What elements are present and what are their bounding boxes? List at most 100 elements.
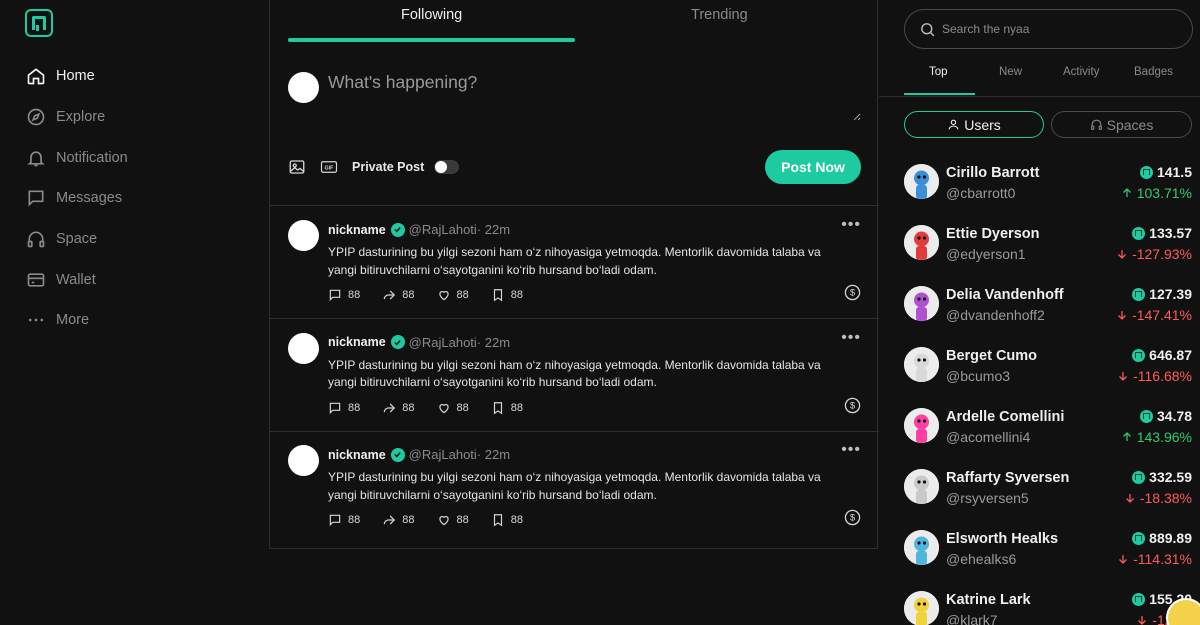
image-icon[interactable] bbox=[288, 158, 306, 176]
user-list-item[interactable]: Katrine Lark @klark7 155.20 -126.1 bbox=[904, 591, 1194, 625]
avatar[interactable] bbox=[904, 347, 939, 382]
post-nickname[interactable]: nickname bbox=[328, 335, 386, 349]
user-name[interactable]: Raffarty Syversen bbox=[946, 470, 1069, 486]
avatar[interactable] bbox=[904, 530, 939, 565]
bell-icon bbox=[27, 151, 45, 167]
user-handle: @cbarrott0 bbox=[946, 185, 1016, 201]
user-list-item[interactable]: Delia Vandenhoff @dvandenhoff2 127.39 -1… bbox=[904, 286, 1194, 347]
like-button[interactable]: 88 bbox=[437, 513, 469, 527]
user-name[interactable]: Ettie Dyerson bbox=[946, 226, 1039, 242]
post-handle[interactable]: @RajLahoti bbox=[409, 222, 477, 237]
post-card[interactable]: nickname @RajLahoti · 22m ••• YPIP dastu… bbox=[270, 319, 879, 432]
avatar[interactable] bbox=[904, 408, 939, 443]
app-logo[interactable] bbox=[25, 9, 53, 37]
avatar[interactable] bbox=[288, 445, 319, 476]
post-nickname[interactable]: nickname bbox=[328, 448, 386, 462]
like-count: 88 bbox=[456, 514, 469, 526]
user-handle: @edyerson1 bbox=[946, 246, 1026, 262]
like-count: 88 bbox=[456, 289, 469, 301]
private-post-label: Private Post bbox=[352, 160, 425, 174]
users-segment-button[interactable]: Users bbox=[904, 111, 1044, 138]
post-nickname[interactable]: nickname bbox=[328, 223, 386, 237]
tab-following[interactable]: Following bbox=[401, 7, 462, 23]
comment-button[interactable]: 88 bbox=[328, 401, 360, 415]
user-name[interactable]: Ardelle Comellini bbox=[946, 409, 1064, 425]
price-value: 34.78 bbox=[1156, 408, 1192, 424]
user-name[interactable]: Cirillo Barrott bbox=[946, 165, 1039, 181]
avatar[interactable] bbox=[904, 225, 939, 260]
tip-dollar-icon[interactable]: $ bbox=[844, 509, 861, 526]
user-list-item[interactable]: Ardelle Comellini @acomellini4 34.78 143… bbox=[904, 408, 1194, 469]
repost-button[interactable]: 88 bbox=[382, 401, 415, 415]
nav-item-explore[interactable]: Explore bbox=[26, 97, 128, 138]
post-composer: GIF Private Post Post Now bbox=[270, 44, 879, 206]
post-handle[interactable]: @RajLahoti bbox=[409, 335, 477, 350]
avatar[interactable] bbox=[904, 591, 939, 625]
post-actions: 88 88 88 88 bbox=[328, 288, 545, 302]
tab-top[interactable]: Top bbox=[929, 66, 948, 78]
search-input[interactable] bbox=[942, 22, 1182, 36]
user-name[interactable]: Katrine Lark bbox=[946, 592, 1031, 608]
post-card[interactable]: nickname @RajLahoti · 22m ••• YPIP dastu… bbox=[270, 431, 879, 544]
tab-new[interactable]: New bbox=[999, 66, 1022, 78]
tip-dollar-icon[interactable]: $ bbox=[844, 397, 861, 414]
nav-item-more[interactable]: More bbox=[26, 300, 128, 341]
user-list-item[interactable]: Elsworth Healks @ehealks6 889.89 -114.31… bbox=[904, 530, 1194, 591]
spaces-segment-button[interactable]: Spaces bbox=[1051, 111, 1192, 138]
avatar[interactable] bbox=[904, 469, 939, 504]
comment-button[interactable]: 88 bbox=[328, 513, 360, 527]
arrow-down-icon bbox=[1118, 311, 1127, 320]
feed-panel: Following Trending GIF Private Post Post… bbox=[269, 0, 879, 549]
user-list-item[interactable]: Raffarty Syversen @rsyversen5 332.59 -18… bbox=[904, 469, 1194, 530]
like-button[interactable]: 88 bbox=[437, 401, 469, 415]
bookmark-button[interactable]: 88 bbox=[491, 401, 523, 415]
post-input[interactable] bbox=[328, 72, 861, 121]
gif-icon[interactable]: GIF bbox=[320, 158, 338, 176]
composer-tools: GIF Private Post bbox=[288, 158, 460, 176]
avatar[interactable] bbox=[904, 286, 939, 321]
tab-badges[interactable]: Badges bbox=[1134, 66, 1173, 78]
avatar[interactable] bbox=[288, 332, 319, 364]
tab-trending[interactable]: Trending bbox=[691, 7, 748, 23]
user-handle: @ehealks6 bbox=[946, 551, 1017, 567]
user-list-item[interactable]: Berget Cumo @bcumo3 646.87 -116.68% bbox=[904, 347, 1194, 408]
post-handle[interactable]: @RajLahoti bbox=[409, 447, 477, 462]
avatar[interactable] bbox=[288, 220, 319, 251]
coin-icon bbox=[1139, 409, 1153, 423]
bookmark-button[interactable]: 88 bbox=[491, 513, 523, 527]
user-name[interactable]: Delia Vandenhoff bbox=[946, 287, 1064, 303]
like-button[interactable]: 88 bbox=[437, 288, 469, 302]
share-icon bbox=[384, 403, 396, 412]
nav-item-notification[interactable]: Notification bbox=[26, 137, 128, 178]
nav-item-messages[interactable]: Messages bbox=[26, 178, 128, 219]
post-now-button[interactable]: Post Now bbox=[765, 150, 861, 184]
coin-icon bbox=[1132, 531, 1146, 545]
comment-button[interactable]: 88 bbox=[328, 288, 360, 302]
avatar[interactable] bbox=[904, 164, 939, 199]
repost-count: 88 bbox=[402, 514, 415, 526]
comment-count: 88 bbox=[348, 514, 361, 526]
user-handle: @bcumo3 bbox=[946, 368, 1011, 384]
repost-button[interactable]: 88 bbox=[382, 513, 415, 527]
nav-item-home[interactable]: Home bbox=[26, 56, 128, 97]
more-options-icon[interactable]: ••• bbox=[841, 217, 861, 233]
post-card[interactable]: nickname @RajLahoti · 22m ••• YPIP dastu… bbox=[270, 206, 879, 319]
coin-icon bbox=[1132, 348, 1146, 362]
more-options-icon[interactable]: ••• bbox=[841, 329, 861, 345]
bookmark-button[interactable]: 88 bbox=[491, 288, 523, 302]
nav-item-space[interactable]: Space bbox=[26, 219, 128, 260]
repost-button[interactable]: 88 bbox=[382, 288, 415, 302]
tip-dollar-icon[interactable]: $ bbox=[844, 284, 861, 301]
private-post-toggle[interactable] bbox=[434, 160, 460, 174]
price-value: 332.59 bbox=[1149, 469, 1192, 485]
tab-activity[interactable]: Activity bbox=[1063, 66, 1099, 78]
coin-icon bbox=[1132, 470, 1146, 484]
user-name[interactable]: Elsworth Healks bbox=[946, 531, 1058, 547]
search-bar[interactable] bbox=[904, 9, 1193, 49]
post-header: nickname @RajLahoti · 22m bbox=[328, 447, 510, 462]
user-list-item[interactable]: Cirillo Barrott @cbarrott0 141.5 103.71% bbox=[904, 164, 1194, 225]
user-name[interactable]: Berget Cumo bbox=[946, 348, 1037, 364]
more-options-icon[interactable]: ••• bbox=[841, 442, 861, 458]
nav-item-wallet[interactable]: Wallet bbox=[26, 259, 128, 300]
user-list-item[interactable]: Ettie Dyerson @edyerson1 133.57 -127.93% bbox=[904, 225, 1194, 286]
